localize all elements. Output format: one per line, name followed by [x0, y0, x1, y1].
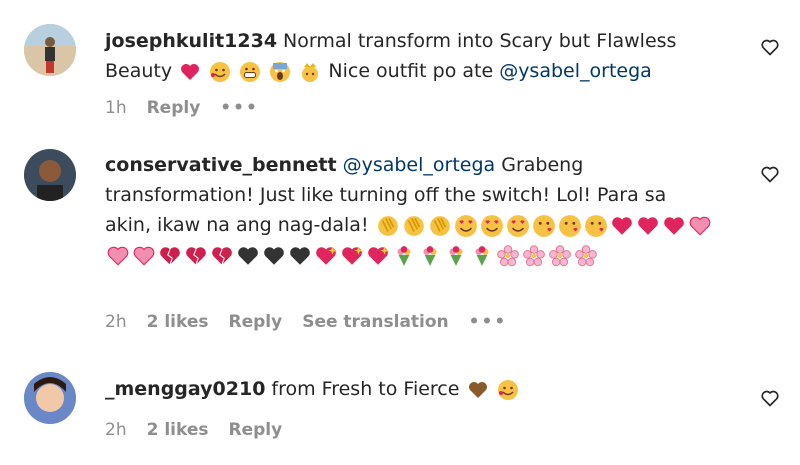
broken-heart-icon — [212, 246, 232, 265]
black-heart-icon — [238, 246, 258, 265]
kiss-icon — [532, 214, 555, 237]
heart-eyes-icon — [454, 214, 477, 237]
bouquet-icon — [449, 245, 463, 266]
reply-button[interactable]: Reply — [147, 98, 201, 118]
heart-sparkle-icon — [368, 245, 389, 265]
clap-icon — [429, 215, 450, 236]
brown-heart-icon — [468, 381, 487, 398]
pink-heart-icon — [107, 246, 129, 265]
see-translation-button[interactable]: See translation — [302, 312, 448, 332]
black-heart-icon — [264, 246, 284, 265]
pink-heart-icon — [689, 216, 710, 235]
comment-meta: 1h Reply ••• — [105, 98, 279, 118]
red-heart-icon — [637, 216, 658, 235]
comment-meta: 2h 2 likes Reply See translation ••• — [105, 312, 527, 332]
emoji-row — [178, 60, 328, 82]
more-options-icon[interactable]: ••• — [220, 98, 259, 118]
smiling-face-hearts-icon — [497, 379, 518, 400]
red-heart-icon — [611, 216, 632, 235]
like-heart-icon[interactable] — [760, 388, 780, 408]
avatar[interactable] — [24, 24, 76, 76]
princess-icon — [302, 62, 319, 82]
grinning-face-icon — [240, 61, 261, 82]
reply-button[interactable]: Reply — [229, 420, 283, 440]
comment-text: josephkulit1234 Normal transform into Sca… — [105, 26, 715, 86]
kiss-icon — [558, 214, 581, 237]
broken-heart-icon — [160, 246, 180, 265]
cherry-blossom-icon — [523, 244, 545, 266]
avatar[interactable] — [24, 149, 76, 201]
heart-eyes-icon — [506, 214, 529, 237]
comment-meta: 2h 2 likes Reply — [105, 420, 302, 440]
cherry-blossom-icon — [549, 244, 571, 266]
username[interactable]: _menggay0210 — [105, 378, 265, 400]
heart-sparkle-icon — [316, 245, 337, 265]
like-heart-icon[interactable] — [760, 37, 780, 57]
emoji-row — [466, 378, 520, 400]
username[interactable]: josephkulit1234 — [105, 30, 277, 52]
cherry-blossom-icon — [575, 244, 597, 266]
clap-icon — [377, 215, 398, 236]
avatar[interactable] — [24, 372, 76, 424]
likes-count[interactable]: 2 likes — [147, 312, 209, 332]
bouquet-icon — [475, 245, 489, 266]
red-heart-icon — [663, 216, 684, 235]
comment-text: conservative_bennett @ysabel_ortega Grabe… — [105, 150, 715, 270]
kiss-icon — [584, 214, 607, 237]
more-options-icon[interactable]: ••• — [469, 312, 508, 332]
comment-body: from Fresh to Fierce — [271, 378, 460, 400]
comment-time: 1h — [105, 98, 127, 118]
smiling-face-hearts-icon — [210, 61, 231, 82]
reply-button[interactable]: Reply — [229, 312, 283, 332]
cherry-blossom-icon — [497, 244, 519, 266]
heart-sparkle-icon — [342, 245, 363, 265]
username[interactable]: conservative_bennett — [105, 154, 337, 176]
black-heart-icon — [290, 246, 310, 265]
red-heart-icon — [181, 63, 200, 80]
mention-link[interactable]: @ysabel_ortega — [499, 60, 652, 82]
clap-icon — [403, 215, 424, 236]
comment-body-after: Nice outfit po ate — [328, 60, 494, 82]
like-heart-icon[interactable] — [760, 164, 780, 184]
comment-time: 2h — [105, 420, 127, 440]
mention-link[interactable]: @ysabel_ortega — [343, 154, 496, 176]
screaming-face-icon — [270, 61, 291, 82]
heart-eyes-icon — [480, 214, 503, 237]
likes-count[interactable]: 2 likes — [147, 420, 209, 440]
bouquet-icon — [397, 245, 411, 266]
comment-time: 2h — [105, 312, 127, 332]
broken-heart-icon — [186, 246, 206, 265]
bouquet-icon — [423, 245, 437, 266]
pink-heart-icon — [133, 246, 155, 265]
comment-text: _menggay0210 from Fresh to Fierce — [105, 374, 715, 404]
